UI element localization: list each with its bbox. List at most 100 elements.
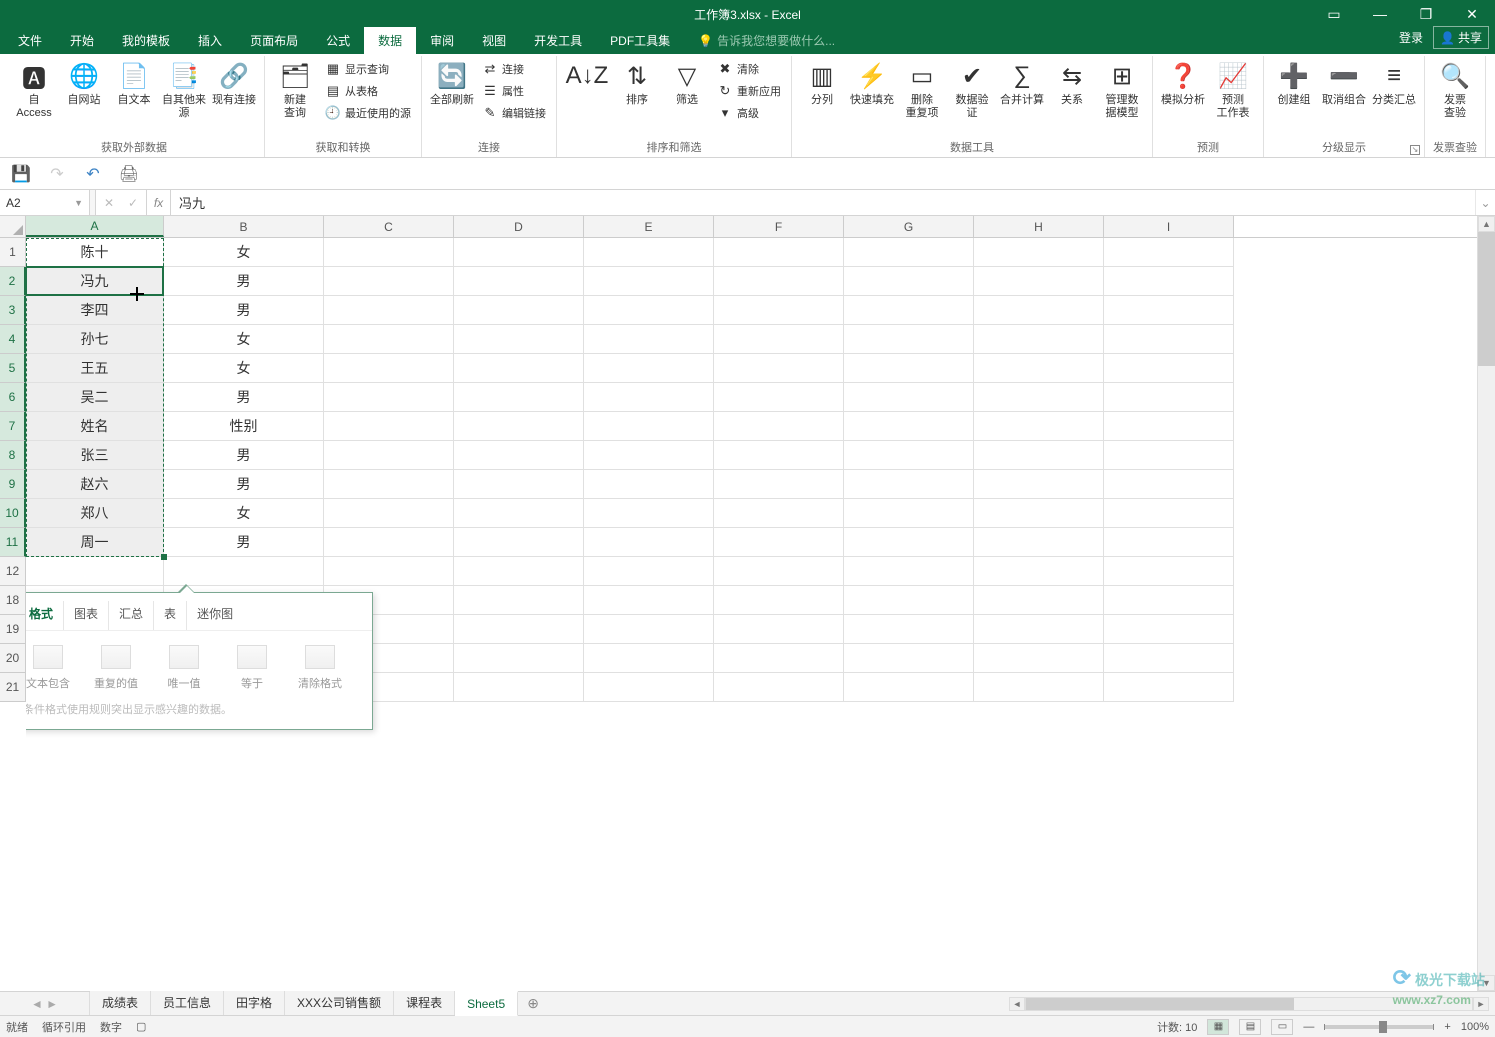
col-header-I[interactable]: I — [1104, 216, 1234, 237]
close-button[interactable]: ✕ — [1449, 0, 1495, 28]
qa-item-等于[interactable]: 等于 — [227, 645, 277, 691]
menu-tab-视图[interactable]: 视图 — [468, 27, 520, 54]
cell-G7[interactable] — [844, 412, 974, 441]
cell-I11[interactable] — [1104, 528, 1234, 557]
zoom-knob[interactable] — [1379, 1021, 1387, 1033]
cell-G2[interactable] — [844, 267, 974, 296]
name-box[interactable]: A2 ▼ — [0, 190, 90, 215]
ribbon-btn-管理数据模型[interactable]: ⊞管理数据模型 — [1098, 58, 1146, 122]
cell-A10[interactable]: 郑八 — [26, 499, 164, 528]
row-header-12[interactable]: 12 — [0, 557, 26, 586]
menu-tab-开发工具[interactable]: 开发工具 — [520, 27, 596, 54]
cell-I2[interactable] — [1104, 267, 1234, 296]
cell-B3[interactable]: 男 — [164, 296, 324, 325]
cell-F4[interactable] — [714, 325, 844, 354]
cell-E7[interactable] — [584, 412, 714, 441]
cell-B8[interactable]: 男 — [164, 441, 324, 470]
ribbon-btn-分列[interactable]: ▥分列 — [798, 58, 846, 109]
row-header-9[interactable]: 9 — [0, 470, 26, 499]
cell-A5[interactable]: 王五 — [26, 354, 164, 383]
menu-tab-开始[interactable]: 开始 — [56, 27, 108, 54]
cell-D11[interactable] — [454, 528, 584, 557]
ribbon-btn-发票查验[interactable]: 🔍发票查验 — [1431, 58, 1479, 122]
cell-D3[interactable] — [454, 296, 584, 325]
col-header-G[interactable]: G — [844, 216, 974, 237]
cells-area[interactable]: 陈十女冯九男李四男孙七女王五女吴二男姓名性别张三男赵六男郑八女周一男 格式图表汇… — [26, 238, 1477, 991]
cell-C7[interactable] — [324, 412, 454, 441]
cell-H1[interactable] — [974, 238, 1104, 267]
ribbon-mini-高级[interactable]: ▾高级 — [713, 102, 785, 124]
share-button[interactable]: 👤 共享 — [1433, 26, 1489, 49]
redo-button[interactable]: ↷ — [46, 163, 68, 185]
maximize-button[interactable]: ❐ — [1403, 0, 1449, 28]
ribbon-btn-删除重复项[interactable]: ▭删除重复项 — [898, 58, 946, 122]
row-header-8[interactable]: 8 — [0, 441, 26, 470]
cell-F20[interactable] — [714, 644, 844, 673]
menu-tab-公式[interactable]: 公式 — [312, 27, 364, 54]
row-header-10[interactable]: 10 — [0, 499, 26, 528]
cell-G10[interactable] — [844, 499, 974, 528]
cell-G12[interactable] — [844, 557, 974, 586]
cell-F2[interactable] — [714, 267, 844, 296]
cell-F3[interactable] — [714, 296, 844, 325]
select-all-corner[interactable] — [0, 216, 26, 238]
cell-B11[interactable]: 男 — [164, 528, 324, 557]
col-header-D[interactable]: D — [454, 216, 584, 237]
cell-B7[interactable]: 性别 — [164, 412, 324, 441]
cell-H20[interactable] — [974, 644, 1104, 673]
cell-D1[interactable] — [454, 238, 584, 267]
zoom-level[interactable]: 100% — [1461, 1021, 1489, 1033]
scroll-down-icon[interactable]: ▼ — [1478, 975, 1495, 991]
sheet-tab-XXX公司销售额[interactable]: XXX公司销售额 — [285, 989, 394, 1015]
ribbon-btn-关系[interactable]: ⇆关系 — [1048, 58, 1096, 109]
row-header-4[interactable]: 4 — [0, 325, 26, 354]
cell-I18[interactable] — [1104, 586, 1234, 615]
cell-E20[interactable] — [584, 644, 714, 673]
cell-C9[interactable] — [324, 470, 454, 499]
page-layout-view-button[interactable]: ▤ — [1239, 1019, 1261, 1035]
ribbon-btn-自文本[interactable]: 📄自文本 — [110, 58, 158, 109]
row-header-11[interactable]: 11 — [0, 528, 26, 557]
cell-E2[interactable] — [584, 267, 714, 296]
page-break-view-button[interactable]: ▭ — [1271, 1019, 1293, 1035]
cell-I8[interactable] — [1104, 441, 1234, 470]
cell-H12[interactable] — [974, 557, 1104, 586]
qa-tab-迷你图[interactable]: 迷你图 — [187, 601, 243, 630]
cell-H9[interactable] — [974, 470, 1104, 499]
cell-I7[interactable] — [1104, 412, 1234, 441]
accept-formula-icon[interactable]: ✓ — [124, 196, 142, 210]
sheet-tab-员工信息[interactable]: 员工信息 — [151, 989, 224, 1015]
cell-F21[interactable] — [714, 673, 844, 702]
cell-A11[interactable]: 周一 — [26, 528, 164, 557]
ribbon-btn-筛选[interactable]: ▽筛选 — [663, 58, 711, 109]
cell-G19[interactable] — [844, 615, 974, 644]
col-header-B[interactable]: B — [164, 216, 324, 237]
cell-G4[interactable] — [844, 325, 974, 354]
cell-H4[interactable] — [974, 325, 1104, 354]
cell-C2[interactable] — [324, 267, 454, 296]
cell-B1[interactable]: 女 — [164, 238, 324, 267]
cell-H5[interactable] — [974, 354, 1104, 383]
row-header-20[interactable]: 20 — [0, 644, 26, 673]
normal-view-button[interactable]: ▦ — [1207, 1019, 1229, 1035]
dialog-launcher-icon[interactable]: ↘ — [1410, 145, 1420, 155]
cell-E6[interactable] — [584, 383, 714, 412]
cell-C1[interactable] — [324, 238, 454, 267]
ribbon-btn-快速填充[interactable]: ⚡快速填充 — [848, 58, 896, 109]
cell-I20[interactable] — [1104, 644, 1234, 673]
col-header-H[interactable]: H — [974, 216, 1104, 237]
zoom-slider[interactable] — [1324, 1025, 1434, 1029]
cell-A7[interactable]: 姓名 — [26, 412, 164, 441]
sheet-tab-成绩表[interactable]: 成绩表 — [90, 989, 151, 1015]
cell-E10[interactable] — [584, 499, 714, 528]
undo-button[interactable]: ↶ — [82, 163, 104, 185]
ribbon-btn-自其他来源[interactable]: 📑自其他来源 — [160, 58, 208, 122]
cell-F11[interactable] — [714, 528, 844, 557]
qa-item-清除格式[interactable]: 清除格式 — [295, 645, 345, 691]
cell-I4[interactable] — [1104, 325, 1234, 354]
qa-tab-表[interactable]: 表 — [154, 601, 187, 630]
cell-E3[interactable] — [584, 296, 714, 325]
cell-D6[interactable] — [454, 383, 584, 412]
formula-expand-icon[interactable]: ⌄ — [1475, 190, 1495, 215]
cell-B2[interactable]: 男 — [164, 267, 324, 296]
